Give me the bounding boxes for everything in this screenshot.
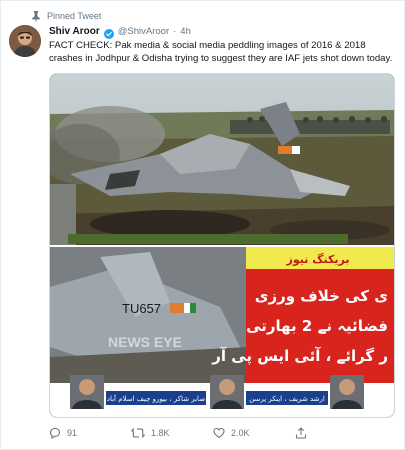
share-icon: [295, 427, 307, 439]
verified-badge-icon: [103, 26, 114, 39]
tweet-timestamp[interactable]: 4h: [180, 26, 191, 37]
tail-code-text: TU657: [122, 301, 161, 316]
crash-photo-2[interactable]: TU657 NEWS EYE بریکنگ نیوز ی کی خلاف ورز…: [50, 247, 395, 418]
media-grid[interactable]: TU657 NEWS EYE بریکنگ نیوز ی کی خلاف ورز…: [49, 73, 395, 418]
retweet-count: 1.8K: [151, 428, 170, 438]
lower-caption-right: ارشد شریف ، اینکر پرسن: [249, 395, 325, 403]
banner-title: بریکنگ نیوز: [286, 252, 350, 266]
author-handle[interactable]: @ShivAroor: [118, 26, 169, 37]
urdu-line-2: فضائیہ نے 2 بھارتی: [246, 317, 388, 335]
pin-icon: [31, 10, 41, 23]
separator-dot: ·: [173, 25, 177, 37]
like-count: 2.0K: [231, 428, 250, 438]
lower-caption-left: صابر شاکر ، بیورو چیف اسلام آباد: [107, 394, 205, 403]
like-button[interactable]: 2.0K: [213, 427, 295, 439]
urdu-line-3: ر گرائے ، آئی ایس پی آر: [211, 347, 388, 366]
pinned-indicator: Pinned Tweet: [31, 9, 101, 23]
heart-icon: [213, 427, 225, 439]
reply-button[interactable]: 91: [49, 427, 131, 439]
reply-count: 91: [67, 428, 78, 438]
crash-photo-1[interactable]: [50, 74, 395, 246]
tweet-card[interactable]: Pinned Tweet Shiv Aroor @ShivAroor · 4h …: [0, 0, 405, 450]
tweet-text: FACT CHECK: Pak media & social media ped…: [49, 40, 393, 64]
author-name[interactable]: Shiv Aroor: [49, 26, 100, 37]
share-button[interactable]: [295, 427, 377, 439]
tweet-actions: 91 1.8K 2.0K: [49, 425, 379, 441]
retweet-button[interactable]: 1.8K: [131, 427, 213, 439]
avatar[interactable]: [9, 25, 41, 57]
urdu-line-1: ی کی خلاف ورزی: [255, 287, 388, 305]
watermark-text: NEWS EYE: [108, 334, 182, 350]
pinned-label: Pinned Tweet: [47, 11, 102, 21]
retweet-icon: [131, 427, 145, 439]
tweet-header: Shiv Aroor @ShivAroor · 4h: [49, 24, 394, 39]
reply-icon: [49, 427, 61, 439]
